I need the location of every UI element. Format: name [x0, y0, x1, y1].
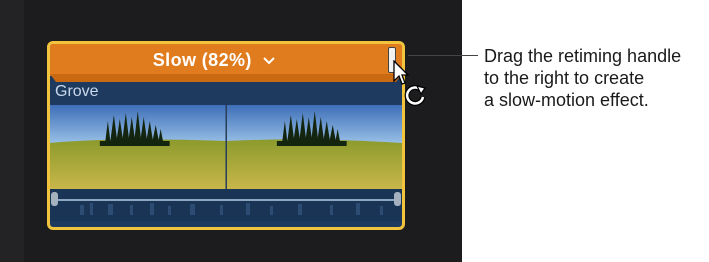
retime-speed-popup[interactable]: Slow (82%) [50, 44, 378, 76]
callout-text: Drag the retiming handle to the right to… [484, 45, 706, 111]
chevron-down-icon [263, 44, 275, 75]
fade-handle-right[interactable] [394, 192, 401, 206]
fade-handle-left[interactable] [51, 192, 58, 206]
timeline-edge [0, 0, 24, 262]
retime-cursor-icon [404, 84, 426, 106]
retime-speed-label: Slow (82%) [152, 50, 252, 70]
thumbnail-frame [50, 105, 227, 189]
thumbnail-frame [226, 105, 402, 189]
filmstrip [50, 105, 402, 189]
callout-line-1: Drag the retiming handle [484, 46, 682, 66]
callout-line-3: a slow-motion effect. [484, 90, 649, 110]
callout-leader-line [408, 55, 478, 56]
clip-name: Grove [55, 83, 99, 100]
retime-bar-bevel [50, 74, 402, 82]
volume-line[interactable] [54, 199, 398, 201]
audio-waveform [50, 189, 402, 221]
video-clip[interactable]: Slow (82%) Grove [47, 41, 405, 230]
retime-bar[interactable]: Slow (82%) [50, 44, 402, 76]
callout-line-2: to the right to create [484, 68, 645, 88]
